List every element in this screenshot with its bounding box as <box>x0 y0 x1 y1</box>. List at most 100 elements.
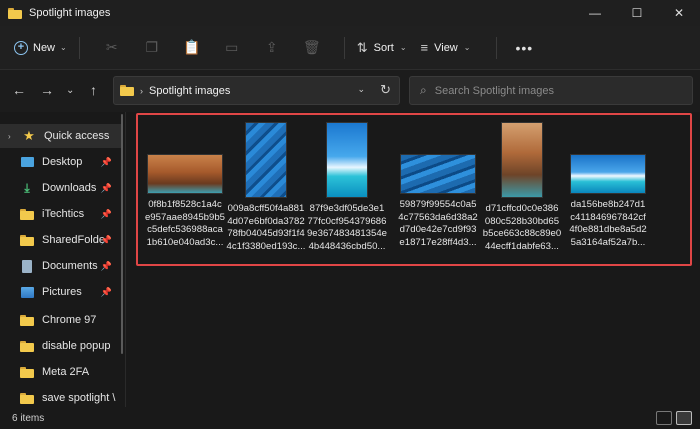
file-name-line: d71cffcd0c0e386 <box>485 203 559 214</box>
file-name: d71cffcd0c0e386 080c528b30bd65 b5ce663c88c… <box>478 203 566 253</box>
file-name: da156be8b247d1 c411846967842cf 4f0e881dbe8… <box>564 199 652 249</box>
pin-icon: 📌 <box>100 234 112 245</box>
sidebar-item[interactable]: SharedFolde 📌 <box>0 228 122 252</box>
file-name-line: 080c528b30bd65 <box>484 215 560 227</box>
sidebar-item-label: Chrome 97 <box>42 314 97 326</box>
expand-chevron-icon[interactable]: › <box>8 132 18 141</box>
image-thumbnail[interactable] <box>245 122 287 198</box>
file-name-line: 44ecff1dabfe63... <box>485 240 559 252</box>
view-switcher <box>656 411 692 425</box>
download-icon: ⤓ <box>24 180 30 195</box>
forward-arrow-icon[interactable]: → <box>40 82 54 98</box>
file-item[interactable]: d71cffcd0c0e386 080c528b30bd65 b5ce663c88c… <box>478 120 566 253</box>
back-arrow-icon[interactable]: ← <box>12 82 26 98</box>
sidebar-item[interactable]: Meta 2FA <box>0 360 122 384</box>
folder-icon <box>20 339 34 353</box>
chevron-down-icon: ⌄ <box>399 43 407 52</box>
file-name-line: e18717e28ff4d3... <box>399 236 477 248</box>
image-thumbnail[interactable] <box>400 154 476 194</box>
documents-icon <box>20 259 34 273</box>
file-name-line: b5ce663c88c89e0 <box>482 228 562 239</box>
sidebar-item-quick-access[interactable]: › ★ Quick access <box>0 124 122 148</box>
status-bar: 6 items <box>0 407 700 429</box>
sidebar-item[interactable]: disable popup <box>0 334 122 358</box>
pin-icon: 📌 <box>100 260 112 271</box>
sidebar-item-label: Downloads <box>42 182 97 194</box>
file-item[interactable]: 0f8b1f8528c1a4c e957aae8945b9b5 c5defc5369… <box>141 120 229 249</box>
maximize-button[interactable]: ☐ <box>616 0 658 26</box>
sidebar-item-label: disable popup <box>42 340 111 352</box>
image-thumbnail[interactable] <box>570 154 646 194</box>
desktop-icon <box>20 155 34 169</box>
pictures-icon <box>20 285 34 299</box>
sidebar-item[interactable]: Documents 📌 <box>0 254 122 278</box>
file-name-line: e957aae8945b9b5 <box>144 211 226 223</box>
image-thumbnail[interactable] <box>501 122 543 198</box>
new-label: New <box>33 41 56 54</box>
sidebar-item-label: Desktop <box>42 156 83 168</box>
view-button[interactable]: ≡ View ⌄ <box>421 40 471 55</box>
sidebar-item-label: Quick access <box>44 130 110 142</box>
sidebar-item[interactable]: ⤓ Downloads 📌 <box>0 176 122 200</box>
sidebar-item[interactable]: iTechtics 📌 <box>0 202 122 226</box>
pin-icon: 📌 <box>100 182 112 193</box>
file-name-line: da156be8b247d1 <box>570 199 646 210</box>
plus-icon: + <box>14 40 28 55</box>
sort-button[interactable]: ⇅ Sort ⌄ <box>357 40 407 56</box>
sidebar-scrollbar[interactable] <box>121 114 123 354</box>
image-thumbnail[interactable] <box>326 122 368 198</box>
window-title: Spotlight images <box>29 7 111 19</box>
file-item[interactable]: 59879f99554c0a5 4c77563da6d38a2 d7d0e42e7c… <box>394 120 482 249</box>
file-item[interactable]: 87f9e3df05de3e1 77fc0cf954379686 9e3674834… <box>303 120 391 253</box>
image-thumbnail[interactable] <box>147 154 223 194</box>
file-name: 87f9e3df05de3e1 77fc0cf954379686 9e3674834… <box>303 203 391 253</box>
file-name-line: 87f9e3df05de3e1 <box>309 203 385 214</box>
recent-locations-icon[interactable]: ⌄ <box>66 85 74 96</box>
refresh-icon[interactable]: ↻ <box>380 82 391 98</box>
file-item[interactable]: da156be8b247d1 c411846967842cf 4f0e881dbe8… <box>564 120 652 249</box>
minimize-button[interactable]: — <box>574 0 616 26</box>
sidebar-item[interactable]: Pictures 📌 <box>0 280 122 304</box>
file-name: 59879f99554c0a5 4c77563da6d38a2 d7d0e42e7c… <box>394 199 482 249</box>
view-icon: ≡ <box>420 40 429 55</box>
chevron-down-icon: ⌄ <box>463 43 471 52</box>
file-item[interactable]: 009a8cff50f4a881 4d07e6bf0da3782 78fb04045… <box>222 120 310 253</box>
sidebar-item-label: Pictures <box>42 286 82 298</box>
address-dropdown-icon[interactable]: ⌄ <box>357 84 365 95</box>
sidebar-item-label: save spotlight \ <box>42 392 116 404</box>
address-bar[interactable]: › Spotlight images ⌄ ↻ <box>113 76 400 105</box>
sidebar-item[interactable]: Chrome 97 <box>0 308 122 332</box>
toolbar-divider <box>343 36 345 59</box>
command-bar: + New ⌄ ✂ ❐ 📋 ▭ ⇪ 🗑 ⇅ Sort ⌄ ≡ View ⌄ ••… <box>0 26 700 70</box>
search-icon: ⌕ <box>420 83 427 97</box>
file-name-line: 4c1f3380ed193c... <box>226 240 306 252</box>
close-button[interactable]: ✕ <box>658 0 700 26</box>
sidebar-item-label: SharedFolde <box>42 234 105 246</box>
copy-icon[interactable]: ❐ <box>132 35 172 61</box>
sidebar-item[interactable]: Desktop 📌 <box>0 150 122 174</box>
new-button[interactable]: + New ⌄ <box>14 40 67 55</box>
share-icon[interactable]: ⇪ <box>252 35 292 61</box>
file-name-line: 78fb04045d93f1f4 <box>227 228 305 239</box>
folder-icon <box>20 313 34 327</box>
file-name-line: 4d07e6bf0da3782 <box>227 215 305 227</box>
search-box[interactable]: ⌕ Search Spotlight images <box>409 76 693 105</box>
pin-icon: 📌 <box>100 156 112 167</box>
star-icon: ★ <box>23 128 35 143</box>
pin-icon: 📌 <box>100 208 112 219</box>
chevron-down-icon: ⌄ <box>60 43 67 52</box>
more-options-button[interactable]: ••• <box>515 40 533 56</box>
delete-icon[interactable]: 🗑 <box>292 35 332 61</box>
up-arrow-icon[interactable]: ↑ <box>90 82 97 98</box>
cut-icon[interactable]: ✂ <box>92 35 132 61</box>
rename-icon[interactable]: ▭ <box>212 35 252 61</box>
file-name-line: d7d0e42e7cd9f93 <box>399 224 477 235</box>
file-name-line: 59879f99554c0a5 <box>399 199 477 210</box>
details-view-button[interactable] <box>656 411 672 425</box>
paste-icon[interactable]: 📋 <box>172 35 212 61</box>
file-name-line: 4b448436cbd50... <box>308 240 386 252</box>
large-icons-view-button[interactable] <box>676 411 692 425</box>
file-name-line: c411846967842cf <box>570 211 646 223</box>
breadcrumb[interactable]: Spotlight images <box>149 85 230 97</box>
file-name-line: c5defc536988aca <box>147 224 223 235</box>
